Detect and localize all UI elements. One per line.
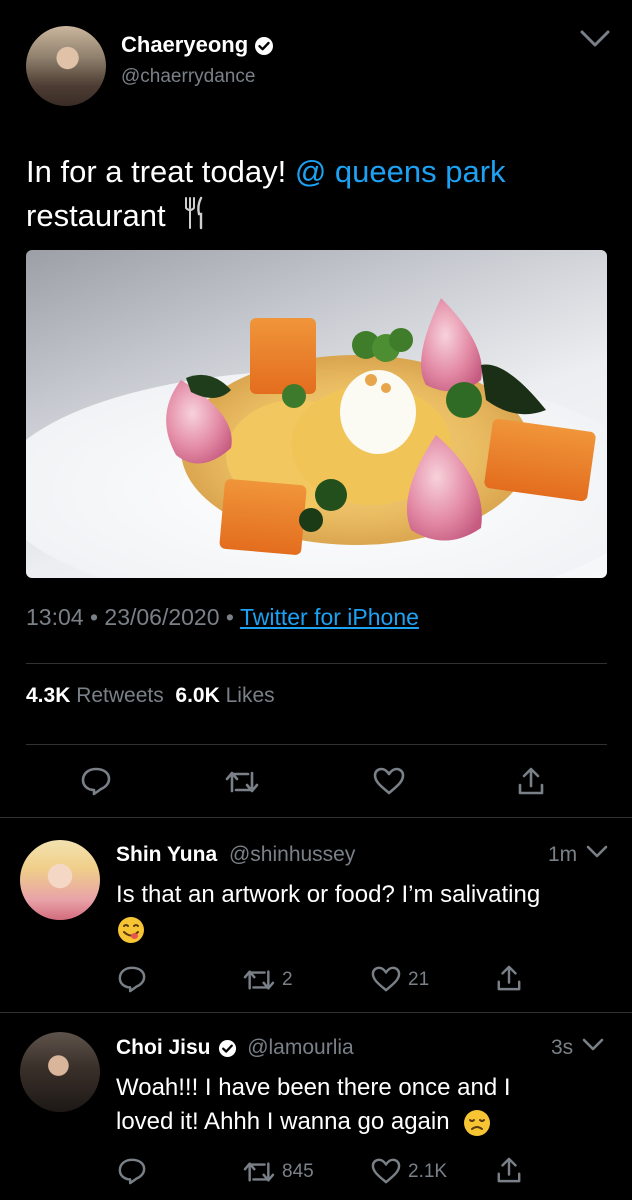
author-handle[interactable]: @chaerrydance bbox=[121, 66, 255, 88]
reply-avatar[interactable] bbox=[20, 840, 100, 920]
reply-avatar[interactable] bbox=[20, 1032, 100, 1112]
reply-icon[interactable] bbox=[117, 1157, 147, 1185]
tweet-text-end: restaurant bbox=[26, 198, 166, 233]
chevron-down-icon[interactable] bbox=[578, 28, 612, 50]
reply-handle[interactable]: @shinhussey bbox=[229, 843, 355, 866]
plated-dish-illustration bbox=[26, 298, 607, 578]
tweet-source-link[interactable]: Twitter for iPhone bbox=[240, 604, 419, 630]
reply-name[interactable]: Choi Jisu bbox=[116, 1036, 211, 1059]
author-avatar[interactable] bbox=[26, 26, 106, 106]
tweet-meta: 13:04 • 23/06/2020 • Twitter for iPhone bbox=[26, 604, 419, 630]
retweet-icon[interactable] bbox=[242, 966, 276, 994]
tweet-date: 23/06/2020 bbox=[104, 604, 220, 630]
reply-icon[interactable] bbox=[117, 965, 147, 993]
retweet-icon[interactable] bbox=[242, 1158, 276, 1186]
likes-stat[interactable]: 6.0K Likes bbox=[175, 684, 274, 707]
reply-timestamp: 1m bbox=[548, 843, 578, 866]
author-name[interactable]: Chaeryeong bbox=[121, 32, 248, 57]
reply-body: Woah!!! I have been there once and I lov… bbox=[116, 1074, 511, 1135]
like-icon[interactable] bbox=[370, 1157, 402, 1185]
chevron-down-icon[interactable] bbox=[581, 1037, 605, 1053]
reply-time: 3s bbox=[551, 1036, 605, 1060]
share-icon[interactable] bbox=[496, 1156, 522, 1184]
tweet-time: 13:04 bbox=[26, 604, 84, 630]
mention-link[interactable]: @ queens park bbox=[295, 154, 506, 189]
retweets-label: Retweets bbox=[76, 684, 164, 707]
tweet-photo[interactable] bbox=[26, 250, 607, 578]
reply-icon[interactable] bbox=[80, 766, 112, 796]
chevron-down-icon[interactable] bbox=[585, 844, 609, 860]
divider bbox=[26, 663, 607, 664]
disappointed-emoji bbox=[464, 1109, 491, 1136]
author-name-row[interactable]: Chaeryeong bbox=[121, 32, 274, 58]
tweet-stats: 4.3K Retweets 6.0K Likes bbox=[26, 684, 275, 708]
reply-handle[interactable]: @lamourlia bbox=[247, 1036, 354, 1059]
reply-text: Woah!!! I have been there once and I lov… bbox=[116, 1071, 536, 1139]
reply-author[interactable]: Shin Yuna @shinhussey bbox=[116, 843, 355, 867]
reply-name[interactable]: Shin Yuna bbox=[116, 843, 217, 866]
verified-icon bbox=[219, 1039, 237, 1058]
like-icon[interactable] bbox=[370, 965, 402, 993]
reply-time: 1m bbox=[548, 843, 609, 867]
share-icon[interactable] bbox=[496, 964, 522, 992]
retweets-stat[interactable]: 4.3K Retweets bbox=[26, 684, 164, 707]
divider bbox=[0, 1012, 632, 1013]
tweet-text-start: In for a treat today! bbox=[26, 154, 295, 189]
reply-text: Is that an artwork or food? I’m salivati… bbox=[116, 878, 616, 946]
yum-emoji bbox=[118, 916, 144, 943]
tweet-text: In for a treat today! @ queens park rest… bbox=[26, 150, 616, 238]
reply-author[interactable]: Choi Jisu @lamourlia bbox=[116, 1036, 354, 1060]
retweet-icon[interactable] bbox=[224, 767, 260, 797]
divider bbox=[26, 744, 607, 745]
likes-label: Likes bbox=[225, 684, 275, 707]
like-count: 2.1K bbox=[408, 1161, 448, 1182]
retweet-count: 2 bbox=[282, 969, 293, 990]
divider bbox=[0, 817, 632, 818]
likes-count: 6.0K bbox=[175, 684, 220, 707]
verified-icon bbox=[255, 37, 274, 56]
reply-body: Is that an artwork or food? I’m salivati… bbox=[116, 881, 541, 908]
retweets-count: 4.3K bbox=[26, 684, 71, 707]
reply-timestamp: 3s bbox=[551, 1036, 574, 1059]
like-icon[interactable] bbox=[372, 766, 406, 796]
retweet-count: 845 bbox=[282, 1161, 314, 1182]
fork-knife-icon bbox=[185, 196, 203, 230]
like-count: 21 bbox=[408, 969, 430, 990]
share-icon[interactable] bbox=[517, 766, 545, 796]
